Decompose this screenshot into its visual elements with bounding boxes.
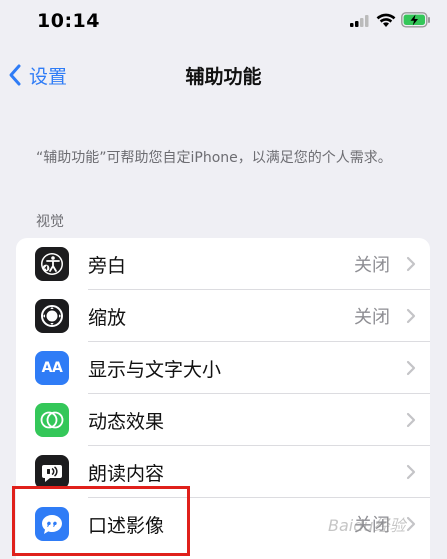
status-time: 10:14 (37, 10, 100, 32)
list-item-motion[interactable]: 动态效果 (16, 394, 430, 446)
text-size-icon: AA (35, 351, 69, 385)
watermark: Baidu经验 (328, 516, 406, 535)
chevron-right-icon (406, 464, 416, 480)
page-description: “辅助功能”可帮助您自定iPhone，以满足您的个人需求。 (36, 150, 392, 166)
section-header-vision: 视觉 (36, 214, 64, 230)
list-item-display-text-size[interactable]: AA 显示与文字大小 (16, 342, 430, 394)
row-value: 关闭 (354, 255, 390, 276)
vision-settings-list: 旁白 关闭 缩放 关闭 AA 显示与文字大小 动态效果 朗读内容 口述影像 关闭 (16, 238, 430, 559)
zoom-icon (35, 299, 69, 333)
icon-glyph: AA (41, 360, 63, 376)
chevron-right-icon (406, 308, 416, 324)
row-label: 缩放 (88, 306, 127, 329)
row-label: 动态效果 (88, 410, 165, 433)
voiceover-icon (35, 247, 69, 281)
row-label: 旁白 (88, 254, 127, 277)
chevron-right-icon (406, 516, 416, 532)
row-label: 显示与文字大小 (88, 358, 222, 381)
list-item-voiceover[interactable]: 旁白 关闭 (16, 238, 430, 290)
chevron-right-icon (406, 360, 416, 376)
cellular-signal-icon (350, 15, 369, 27)
navigation-bar: 设置 辅助功能 (0, 52, 447, 96)
chevron-right-icon (406, 256, 416, 272)
list-item-zoom[interactable]: 缩放 关闭 (16, 290, 430, 342)
spoken-content-icon (35, 455, 69, 489)
row-label: 口述影像 (88, 514, 165, 537)
battery-charging-icon (401, 12, 430, 28)
audio-descriptions-icon (35, 507, 69, 541)
motion-icon (35, 403, 69, 437)
row-value: 关闭 (354, 307, 390, 328)
chevron-right-icon (406, 412, 416, 428)
status-bar: 10:14 (0, 0, 447, 44)
row-label: 朗读内容 (88, 462, 165, 485)
list-item-spoken-content[interactable]: 朗读内容 (16, 446, 430, 498)
wifi-icon (376, 13, 396, 27)
page-title: 辅助功能 (185, 66, 262, 88)
